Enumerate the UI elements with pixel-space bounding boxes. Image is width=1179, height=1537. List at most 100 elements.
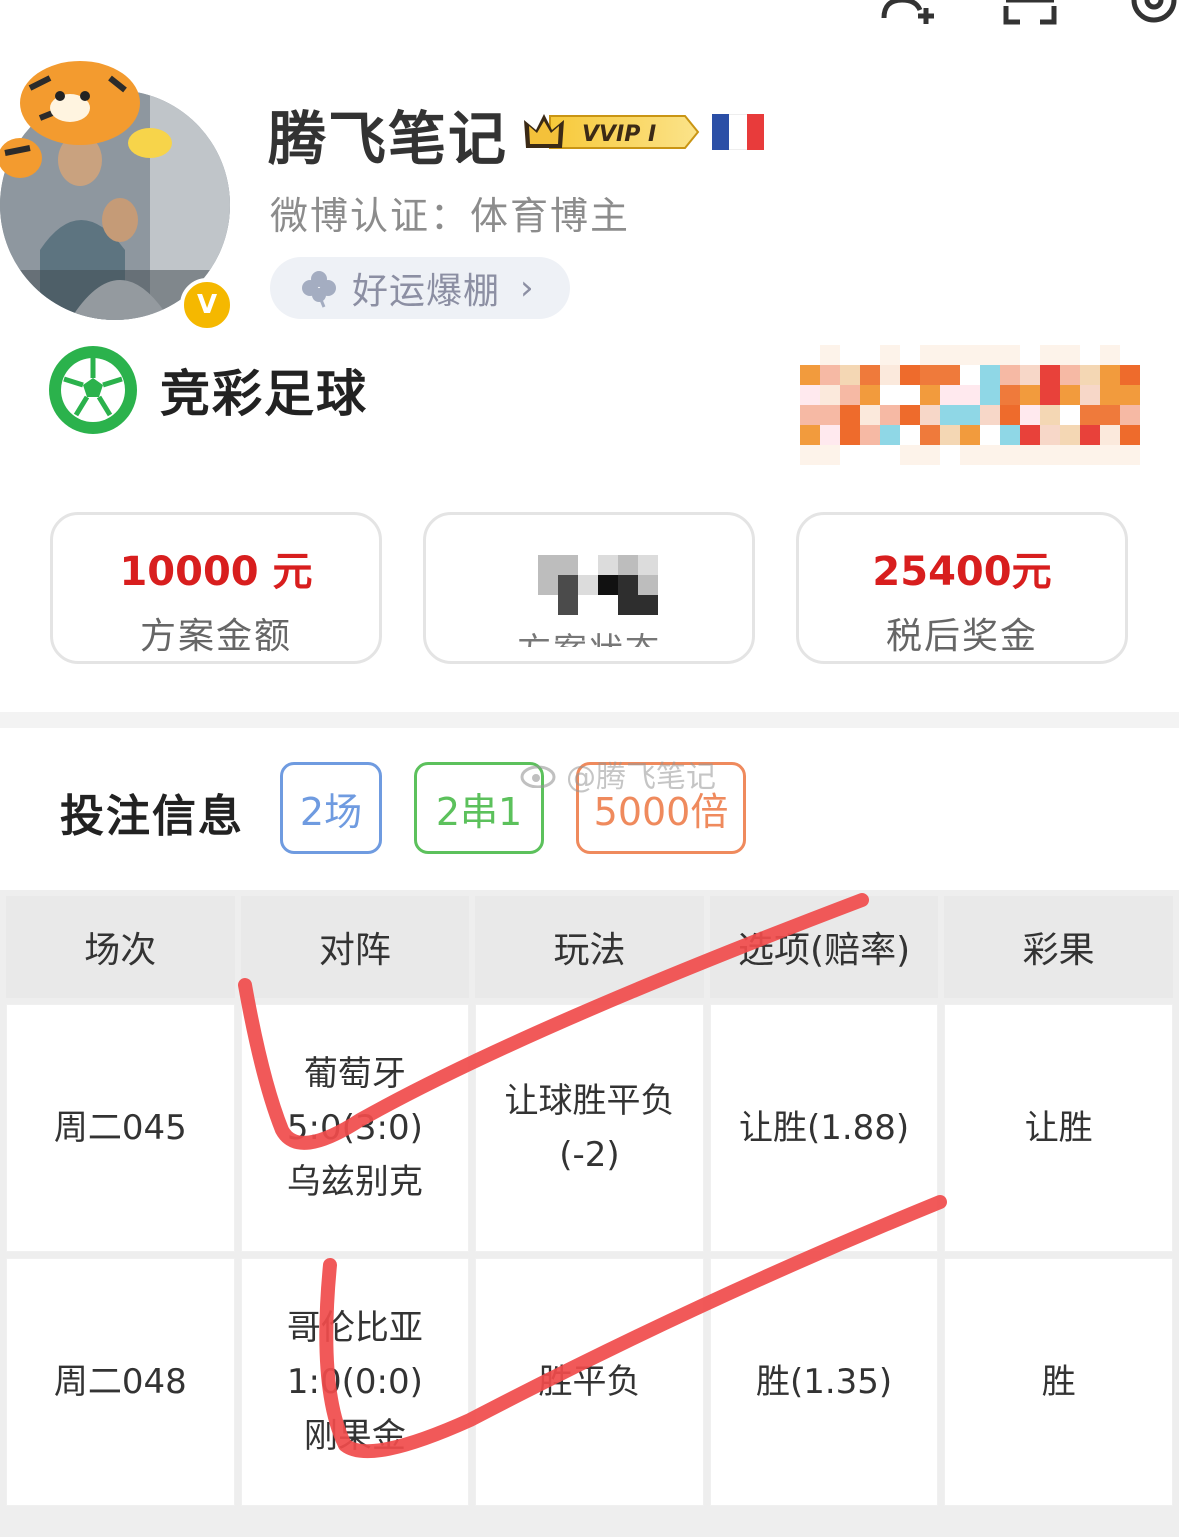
mosaic-tile: [538, 575, 558, 595]
mosaic-tile: [618, 595, 638, 615]
mosaic-tile: [558, 555, 578, 575]
mosaic-tile: [960, 445, 980, 465]
mosaic-tile: [880, 385, 900, 405]
mosaic-tile: [940, 345, 960, 365]
avatar-area[interactable]: V: [0, 48, 240, 333]
header-option-odds: 选项(赔率): [709, 896, 939, 998]
weibo-logo-icon: [520, 765, 556, 788]
mosaic-tile: [598, 555, 618, 575]
mosaic-tile: [1080, 405, 1100, 425]
lottery-type: 竞彩足球: [48, 345, 368, 435]
fixture-cell: 哥伦比亚 1:0(0:0) 刚果金: [240, 1258, 470, 1506]
mosaic-tile: [1100, 365, 1120, 385]
luck-chip[interactable]: 好运爆棚 ›: [270, 257, 570, 319]
mosaic-tile: [920, 425, 940, 445]
stat-label: 方案状态: [426, 623, 752, 647]
mosaic-tile: [1120, 345, 1140, 365]
mosaic-tile: [880, 425, 900, 445]
match-no: 周二048: [6, 1258, 235, 1506]
stat-label: 方案金额: [139, 616, 292, 657]
mosaic-tile: [980, 345, 1000, 365]
mosaic-tile: [800, 405, 820, 425]
mosaic-tile: [1100, 445, 1120, 465]
settings-icon[interactable]: [1124, 0, 1179, 28]
verification-text: 微博认证：体育博主: [270, 194, 631, 238]
mosaic-tile: [1000, 405, 1020, 425]
bet-info-title: 投注信息: [60, 791, 244, 842]
mosaic-tile: [800, 365, 820, 385]
mosaic-tile: [920, 405, 940, 425]
watermark-text: @腾飞笔记: [566, 760, 716, 795]
away-team: 刚果金: [303, 1416, 406, 1456]
away-team: 乌兹别克: [286, 1162, 423, 1202]
mosaic-tile: [860, 405, 880, 425]
mosaic-tile: [1100, 345, 1120, 365]
scan-icon[interactable]: [1002, 0, 1058, 28]
mosaic-tile: [980, 365, 1000, 385]
mosaic-tile: [1040, 405, 1060, 425]
clover-icon: [302, 271, 336, 308]
mosaic-tile: [1120, 405, 1140, 425]
mosaic-tile: [940, 445, 960, 465]
mosaic-tile: [800, 385, 820, 405]
mosaic-tile: [538, 595, 558, 615]
mosaic-tile: [820, 445, 840, 465]
mosaic-tile: [860, 445, 880, 465]
mosaic-tile: [1120, 425, 1140, 445]
match-no: 周二045: [6, 1004, 235, 1252]
mosaic-tile: [1060, 345, 1080, 365]
mosaic-tile: [860, 385, 880, 405]
mosaic-tile: [800, 445, 820, 465]
mosaic-tile: [960, 405, 980, 425]
mosaic-tile: [860, 425, 880, 445]
stat-card-prize: 25400元 税后奖金: [796, 512, 1128, 664]
mosaic-tile: [980, 445, 1000, 465]
mosaic-tile: [1040, 345, 1060, 365]
mosaic-tile: [860, 365, 880, 385]
mosaic-tile: [980, 385, 1000, 405]
mosaic-tile: [1020, 445, 1040, 465]
mosaic-tile: [1020, 345, 1040, 365]
mosaic-tile: [1020, 425, 1040, 445]
mosaic-tile: [940, 405, 960, 425]
mosaic-tile: [578, 595, 598, 615]
mosaic-tile: [638, 595, 658, 615]
mosaic-tile: [900, 425, 920, 445]
mosaic-tile: [860, 345, 880, 365]
mosaic-tile: [1080, 445, 1100, 465]
mosaic-tile: [1000, 345, 1020, 365]
vvip-badge[interactable]: VVIP I: [520, 108, 700, 156]
score: 1:0(0:0): [286, 1362, 423, 1402]
mosaic-tile: [1000, 425, 1020, 445]
mosaic-tile: [840, 445, 860, 465]
verified-badge: V: [180, 278, 234, 332]
mosaic-tile: [638, 555, 658, 575]
mosaic-tile: [1100, 385, 1120, 405]
pixelated-status: [538, 555, 658, 615]
mosaic-tile: [820, 385, 840, 405]
mosaic-tile: [820, 405, 840, 425]
bet-table: 场次 对阵 玩法 选项(赔率) 彩果 周二045 葡萄牙 5:0(3:0) 乌兹…: [0, 890, 1179, 1512]
mosaic-tile: [538, 555, 558, 575]
mosaic-tile: [1040, 445, 1060, 465]
mosaic-tile: [1060, 445, 1080, 465]
header-play-type: 玩法: [475, 896, 704, 998]
mosaic-tile: [1060, 405, 1080, 425]
mosaic-tile: [1100, 405, 1120, 425]
mosaic-tile: [960, 365, 980, 385]
table-row: 周二048 哥伦比亚 1:0(0:0) 刚果金 胜平负 胜(1.35) 胜: [6, 1258, 1173, 1506]
mosaic-tile: [920, 365, 940, 385]
mosaic-tile: [960, 345, 980, 365]
option-odds: 让胜(1.88): [709, 1004, 939, 1252]
home-team: 葡萄牙: [303, 1054, 406, 1094]
mosaic-tile: [558, 595, 578, 615]
handicap: (-2): [559, 1135, 620, 1175]
vvip-badge-text: VVIP I: [582, 122, 656, 147]
mosaic-tile: [880, 445, 900, 465]
mosaic-tile: [1040, 385, 1060, 405]
mosaic-tile: [1020, 365, 1040, 385]
page: V 腾飞笔记 VVIP I 微博认证：体育博主 好运爆棚 › 竞彩足球 1000…: [0, 0, 1179, 1537]
add-friend-icon[interactable]: [878, 0, 934, 28]
mosaic-tile: [618, 555, 638, 575]
mosaic-tile: [618, 575, 638, 595]
